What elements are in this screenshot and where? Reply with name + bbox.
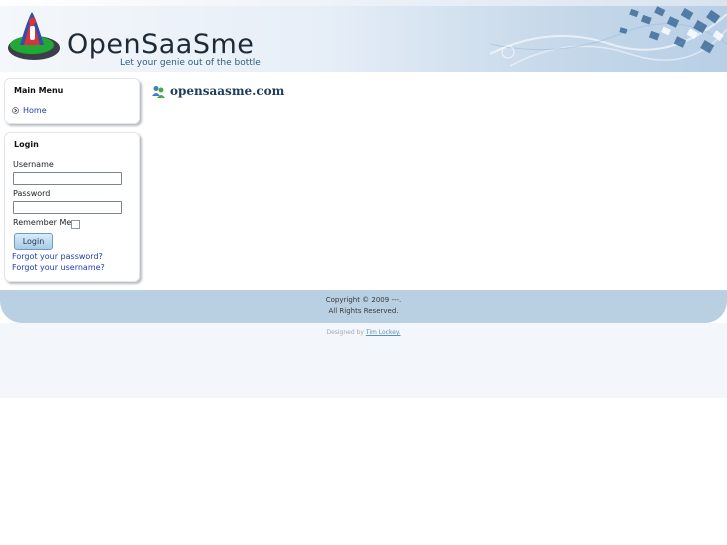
main-menu-title: Main Menu bbox=[14, 86, 64, 95]
designer-link[interactable]: Tim Lockey. bbox=[366, 329, 401, 336]
username-label: Username bbox=[13, 160, 54, 169]
remember-me-label: Remember Me bbox=[13, 218, 72, 227]
main-menu-module: Main Menu Home bbox=[4, 78, 140, 124]
login-title: Login bbox=[14, 140, 39, 149]
header-wave-art bbox=[490, 6, 727, 67]
password-field[interactable] bbox=[13, 201, 122, 214]
genie-logo-icon[interactable] bbox=[6, 8, 62, 64]
site-title: OpenSaaSme bbox=[67, 29, 255, 60]
content-title: opensaasme.com bbox=[170, 84, 285, 98]
rights-text: All Rights Reserved. bbox=[328, 307, 399, 315]
forgot-username-link[interactable]: Forgot your username? bbox=[12, 263, 105, 272]
login-module: Login Username Password Remember Me Logi… bbox=[4, 132, 140, 282]
menu-item-label[interactable]: Home bbox=[23, 106, 47, 115]
designer-prefix: Designed by bbox=[326, 329, 364, 336]
designer-credit: Designed by Tim Lockey. bbox=[0, 329, 727, 336]
password-label: Password bbox=[13, 189, 51, 198]
bullet-arrow-icon bbox=[12, 106, 19, 114]
username-field[interactable] bbox=[13, 172, 122, 185]
users-icon bbox=[152, 85, 165, 98]
login-button[interactable]: Login bbox=[14, 233, 53, 250]
site-tagline: Let your genie out of the bottle bbox=[120, 58, 261, 68]
remember-me-checkbox[interactable] bbox=[71, 220, 80, 229]
copyright-text: Copyright © 2009 ---. bbox=[325, 296, 402, 304]
content-heading: opensaasme.com bbox=[151, 84, 284, 98]
site-header: OpenSaaSme Let your genie out of the bot… bbox=[0, 0, 727, 72]
menu-item-home[interactable]: Home bbox=[12, 104, 47, 116]
forgot-password-link[interactable]: Forgot your password? bbox=[12, 252, 103, 261]
footer-band: Copyright © 2009 ---. All Rights Reserve… bbox=[0, 290, 727, 323]
